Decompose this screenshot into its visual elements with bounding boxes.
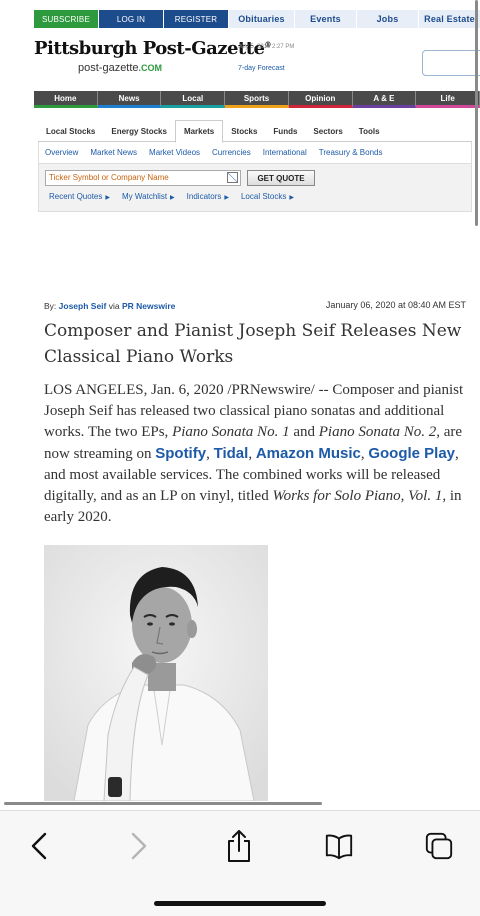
nav-sports[interactable]: Sports <box>225 91 289 108</box>
sonata-1-title: Piano Sonata No. 1 <box>172 424 290 440</box>
nav-home[interactable]: Home <box>34 91 98 108</box>
publish-date: January 06, 2020 at 08:40 AM EST <box>325 300 466 310</box>
body-text: , <box>206 446 214 462</box>
markets-tabs: Local Stocks Energy Stocks Markets Stock… <box>38 120 472 143</box>
nav-life[interactable]: Life <box>416 91 480 108</box>
back-icon <box>31 832 47 860</box>
markets-widget: Local Stocks Energy Stocks Markets Stock… <box>38 120 472 212</box>
quick-link-label: Local Stocks <box>240 192 287 201</box>
logo-text: Pittsburgh Post-Gazette <box>34 38 265 59</box>
share-button[interactable] <box>224 830 254 862</box>
tab-tools[interactable]: Tools <box>351 120 388 142</box>
triangle-right-icon: ▶ <box>289 195 294 201</box>
datestamp: July 5, 2018 2:27 PM <box>238 44 295 50</box>
nav-news[interactable]: News <box>97 91 162 108</box>
album-title: Works for Solo Piano, Vol. 1, <box>272 488 447 504</box>
forward-icon <box>131 832 147 860</box>
tab-funds[interactable]: Funds <box>265 120 305 142</box>
source-link[interactable]: PR Newswire <box>122 301 175 311</box>
real-estate-link[interactable]: Real Estate <box>418 10 480 28</box>
quick-link-label: My Watchlist <box>122 192 168 201</box>
spotify-link[interactable]: Spotify <box>155 445 206 462</box>
bookmarks-button[interactable] <box>324 831 354 861</box>
ticker-input[interactable]: Ticker Symbol or Company Name <box>45 170 241 186</box>
article-photo <box>44 545 268 801</box>
quick-link-recent-quotes[interactable]: Recent Quotes ▶ <box>43 192 116 201</box>
markets-subnav: Overview Market News Market Videos Curre… <box>38 142 472 164</box>
article-headline: Composer and Pianist Joseph Seif Release… <box>44 321 462 367</box>
tab-energy-stocks[interactable]: Energy Stocks <box>103 120 175 142</box>
subtab-market-videos[interactable]: Market Videos <box>143 148 206 157</box>
site-tld: .COM <box>138 63 163 73</box>
home-indicator[interactable] <box>154 901 326 906</box>
share-icon <box>228 830 250 862</box>
author-link[interactable]: Joseph Seif <box>59 301 107 311</box>
site-search-input[interactable] <box>422 50 480 76</box>
article-body: LOS ANGELES, Jan. 6, 2020 /PRNewswire/ -… <box>44 380 468 528</box>
tab-stocks[interactable]: Stocks <box>223 120 265 142</box>
events-link[interactable]: Events <box>294 10 356 28</box>
nav-opinion[interactable]: Opinion <box>288 91 353 108</box>
quote-panel: Ticker Symbol or Company Name GET QUOTE … <box>38 164 472 212</box>
get-quote-button[interactable]: GET QUOTE <box>247 170 315 186</box>
subtab-market-news[interactable]: Market News <box>84 148 143 157</box>
bookmarks-icon <box>325 834 353 860</box>
tab-local-stocks[interactable]: Local Stocks <box>38 120 103 142</box>
nav-ae[interactable]: A & E <box>352 91 417 108</box>
jobs-link[interactable]: Jobs <box>356 10 418 28</box>
tab-sectors[interactable]: Sectors <box>305 120 350 142</box>
tab-markets[interactable]: Markets <box>174 120 224 143</box>
byline: By: Joseph Seif via PR Newswire <box>44 301 175 311</box>
quick-link-label: Recent Quotes <box>49 192 103 201</box>
horizontal-scrollbar[interactable] <box>4 802 322 805</box>
sonata-2-title: Piano Sonata No. 2 <box>318 424 437 440</box>
main-nav: Home News Local Sports Opinion A & E Lif… <box>34 91 480 108</box>
nav-local[interactable]: Local <box>161 91 226 108</box>
body-text: , <box>248 446 256 462</box>
portrait-illustration <box>44 545 268 801</box>
site-name: post-gazette <box>78 62 139 74</box>
tabs-button[interactable] <box>424 831 454 861</box>
utility-bar: SUBSCRIBE LOG IN REGISTER Obituaries Eve… <box>34 10 480 28</box>
register-button[interactable]: REGISTER <box>164 10 228 28</box>
subtab-international[interactable]: International <box>257 148 313 157</box>
by-label: By: <box>44 301 57 311</box>
quote-quick-links: Recent Quotes ▶ My Watchlist ▶ Indicators ▶… <box>43 192 300 201</box>
forward-button[interactable] <box>124 831 154 861</box>
tidal-link[interactable]: Tidal <box>214 445 249 462</box>
subtab-overview[interactable]: Overview <box>39 148 84 157</box>
site-url[interactable]: post-gazette.COM <box>78 62 162 74</box>
tabs-icon <box>425 832 453 860</box>
amazon-music-link[interactable]: Amazon Music <box>256 445 361 462</box>
subtab-currencies[interactable]: Currencies <box>206 148 257 157</box>
google-play-link[interactable]: Google Play <box>368 445 455 462</box>
chart-icon[interactable] <box>227 172 238 183</box>
triangle-right-icon: ▶ <box>170 195 175 201</box>
quick-link-my-watchlist[interactable]: My Watchlist ▶ <box>116 192 181 201</box>
login-button[interactable]: LOG IN <box>99 10 163 28</box>
quick-link-label: Indicators <box>186 192 222 201</box>
triangle-right-icon: ▶ <box>105 195 110 201</box>
obituaries-link[interactable]: Obituaries <box>228 10 294 28</box>
back-button[interactable] <box>24 831 54 861</box>
forecast-link[interactable]: 7-day Forecast <box>238 65 285 72</box>
quick-link-local-stocks[interactable]: Local Stocks ▶ <box>235 192 300 201</box>
subtab-treasury-bonds[interactable]: Treasury & Bonds <box>313 148 389 157</box>
vertical-scrollbar[interactable] <box>475 0 478 226</box>
quick-link-indicators[interactable]: Indicators ▶ <box>181 192 235 201</box>
body-text: and <box>289 424 319 440</box>
via-label: via <box>108 301 120 311</box>
site-logo[interactable]: Pittsburgh Post-Gazette® <box>34 38 271 59</box>
subscribe-button[interactable]: SUBSCRIBE <box>34 10 98 28</box>
triangle-right-icon: ▶ <box>224 195 229 201</box>
